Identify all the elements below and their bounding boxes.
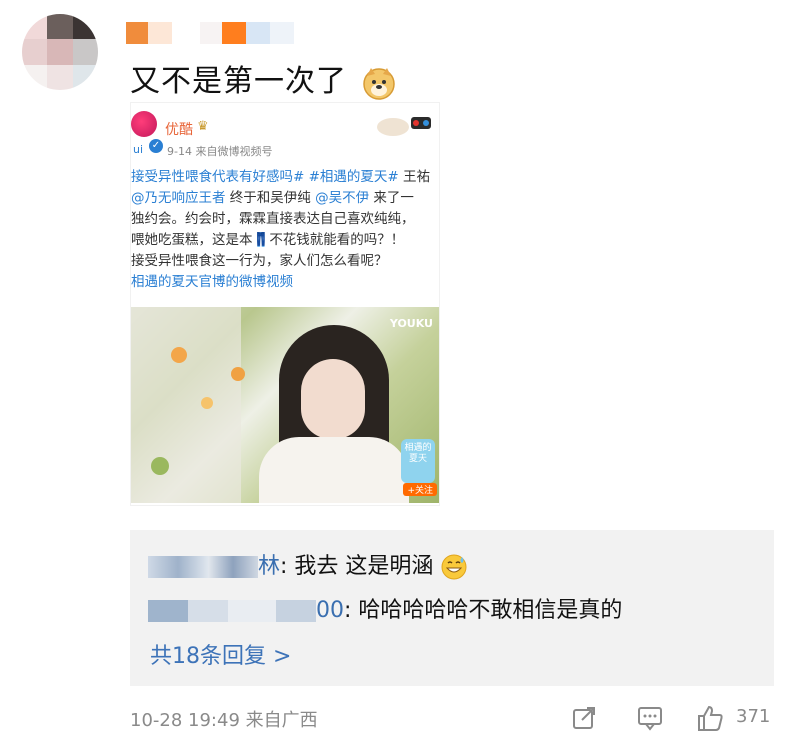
reply-user-mosaic — [148, 556, 208, 578]
flower — [231, 367, 245, 381]
sweat-smile-emoji-icon — [441, 554, 467, 580]
flower — [171, 347, 187, 363]
like-count: 371 — [736, 706, 771, 727]
comment-footer: 10-28 19:49 来自广西 371 — [130, 704, 780, 734]
hashtag-link[interactable]: @乃无响应王者 — [131, 190, 226, 206]
embedded-weibo-screenshot[interactable]: ui ✓ 优酷 ♛ 9-14 来自微博视频号 接受异性喂食代表有好感吗# #相遇… — [130, 102, 440, 506]
post-text: 独约会。约会时，霖霖直接表达自己喜欢纯纯， — [131, 211, 415, 227]
hashtag-link[interactable]: @吴不伊 — [315, 190, 369, 206]
post-text: 接受异性喂食这一行为，家人们怎么看呢？ — [131, 253, 388, 269]
youku-watermark: YOUKU — [389, 317, 433, 330]
video-bg-wall — [131, 307, 241, 503]
reply-user-mosaic — [188, 600, 228, 622]
post-line: @乃无响应王者 终于和吴伊纯 @吴不伊 来了一 — [131, 188, 439, 209]
post-text: 不花钱就能看的吗？！ — [269, 232, 405, 248]
comment-content: 又不是第一次了 — [130, 64, 347, 99]
reply-user[interactable]: 00 — [316, 598, 344, 623]
reply-user-mosaic — [228, 600, 276, 622]
post-text: 来了一 — [369, 190, 414, 206]
crown-icon: ♛ — [197, 119, 209, 134]
reply-item[interactable]: 00: 哈哈哈哈哈不敢相信是真的 — [148, 592, 622, 624]
username-mosaic[interactable] — [126, 22, 294, 44]
post-text: 王祐 — [403, 169, 431, 185]
reply-user-mosaic — [208, 556, 258, 578]
post-meta: 9-14 来自微博视频号 — [167, 145, 273, 158]
share-icon[interactable] — [570, 704, 598, 732]
embed-header: ui ✓ 优酷 ♛ 9-14 来自微博视频号 — [131, 103, 439, 163]
reply-text: : 哈哈哈哈哈不敢相信是真的 — [344, 598, 623, 623]
reply-box: 林: 我去 这是明涵 00: 哈哈哈哈哈不敢相信是真的 共18条回复 > — [130, 530, 774, 686]
comment-text: 又不是第一次了 — [130, 56, 396, 100]
post-body: 接受异性喂食代表有好感吗# #相遇的夏天# 王祐 @乃无响应王者 终于和吴伊纯 @… — [131, 167, 439, 293]
flower — [151, 457, 169, 475]
reply-user-mosaic — [276, 600, 316, 622]
more-replies-link[interactable]: 共18条回复 > — [150, 638, 291, 670]
video-thumbnail[interactable]: YOUKU 相遇的夏天 +关注 — [131, 307, 439, 503]
post-line: 接受异性喂食代表有好感吗# #相遇的夏天# 王祐 — [131, 167, 439, 188]
verified-icon: ✓ — [149, 139, 163, 153]
follow-tag: +关注 — [403, 483, 437, 496]
like-thumb-icon[interactable] — [696, 704, 724, 732]
doge-emoji-icon — [362, 67, 395, 100]
post-text: 👖 — [252, 232, 270, 248]
youku-logo-icon — [131, 111, 157, 137]
decorative-badge-icon — [377, 117, 431, 136]
account-name: 优酷 — [165, 122, 193, 138]
flower — [201, 397, 213, 409]
post-text: 终于和吴伊纯 — [225, 190, 316, 206]
reply-item[interactable]: 林: 我去 这是明涵 — [148, 548, 468, 581]
post-line: 接受异性喂食这一行为，家人们怎么看呢？ — [131, 251, 439, 272]
reply-user[interactable]: 林 — [258, 554, 280, 579]
hashtag-link[interactable]: 相遇的夏天官博的微博视频 — [131, 274, 293, 290]
person-body — [259, 437, 409, 503]
post-line: 喂她吃蛋糕，这是本👖不花钱就能看的吗？！ — [131, 230, 439, 251]
person-face — [301, 359, 365, 439]
post-line: 相遇的夏天官博的微博视频 — [131, 272, 439, 293]
hashtag-link[interactable]: 接受异性喂食代表有好感吗# #相遇的夏天# — [131, 169, 403, 185]
avatar[interactable] — [22, 14, 98, 90]
show-sticker: 相遇的夏天 — [401, 439, 435, 483]
reply-user-mosaic — [148, 600, 188, 622]
post-line: 独约会。约会时，霖霖直接表达自己喜欢纯纯， — [131, 209, 439, 230]
comment-icon[interactable] — [636, 704, 664, 732]
post-text: 喂她吃蛋糕，这是本 — [131, 232, 253, 248]
timestamp-location: 10-28 19:49 来自广西 — [130, 710, 318, 731]
reply-text: : 我去 这是明涵 — [280, 554, 434, 579]
logo-sub: ui — [133, 143, 144, 156]
